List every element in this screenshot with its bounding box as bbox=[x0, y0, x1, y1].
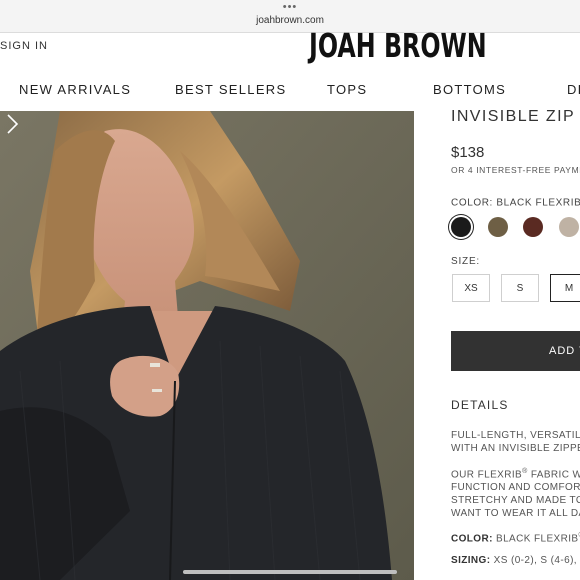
color-label: COLOR: BLACK FLEXRIB® bbox=[451, 196, 580, 208]
size-s-button[interactable]: S bbox=[501, 274, 539, 302]
browser-menu-dots-icon[interactable]: ••• bbox=[0, 2, 580, 13]
details-color-value: BLACK FLEXRIB bbox=[492, 533, 579, 545]
details-paragraph-1: FULL-LENGTH, VERSATILE WITH AN INVISIBLE… bbox=[451, 429, 580, 455]
main-nav: NEW ARRIVALS BEST SELLERS TOPS BOTTOMS D… bbox=[0, 82, 580, 100]
details-sizing-key: SIZING: bbox=[451, 555, 491, 566]
product-price: $138 bbox=[451, 144, 485, 161]
details-line-5: STRETCHY AND MADE TO M bbox=[451, 495, 580, 507]
site-logo[interactable]: JOAH BROWN bbox=[309, 26, 487, 65]
product-image[interactable] bbox=[0, 111, 414, 580]
swatch-olive[interactable] bbox=[488, 217, 508, 237]
details-heading[interactable]: DETAILS bbox=[451, 398, 509, 412]
swatch-taupe[interactable] bbox=[559, 217, 579, 237]
browser-bar: ••• joahbrown.com bbox=[0, 0, 580, 33]
details-line-3: OUR FLEXRIB® FABRIC WA bbox=[451, 465, 580, 481]
details-line-2: WITH AN INVISIBLE ZIPPER bbox=[451, 443, 580, 454]
horizontal-scrollbar[interactable] bbox=[183, 570, 397, 574]
details-sizing-value: XS (0-2), S (4-6), M bbox=[490, 555, 580, 566]
size-xs-button[interactable]: XS bbox=[452, 274, 490, 302]
product-title: INVISIBLE ZIP LO bbox=[451, 108, 580, 125]
details-color-line: COLOR: BLACK FLEXRIB® bbox=[451, 529, 580, 545]
swatch-black[interactable] bbox=[451, 217, 471, 237]
next-image-chevron-icon[interactable] bbox=[0, 111, 24, 137]
details-paragraph-2: OUR FLEXRIB® FABRIC WA FUNCTION AND COMF… bbox=[451, 465, 580, 520]
size-m-button[interactable]: M bbox=[550, 274, 580, 302]
installment-note[interactable]: OR 4 INTEREST-FREE PAYMENT bbox=[451, 165, 580, 175]
details-line-6: WANT TO WEAR IT ALL DAY bbox=[451, 508, 580, 520]
color-label-text: COLOR: BLACK FLEXRIB bbox=[451, 197, 580, 209]
details-line-1: FULL-LENGTH, VERSATILE bbox=[451, 430, 580, 441]
swatch-brown[interactable] bbox=[523, 217, 543, 237]
nav-item-dresses[interactable]: DR bbox=[567, 82, 580, 97]
details-color-key: COLOR: bbox=[451, 533, 493, 545]
url-bar[interactable]: joahbrown.com bbox=[0, 15, 580, 26]
product-photo bbox=[0, 111, 414, 580]
sign-in-link[interactable]: SIGN IN bbox=[0, 40, 48, 52]
flexrib-text: OUR FLEXRIB bbox=[451, 469, 523, 481]
fabric-text: FABRIC WA bbox=[530, 469, 580, 481]
details-sizing-line: SIZING: XS (0-2), S (4-6), M bbox=[451, 554, 580, 567]
details-line-4: FUNCTION AND COMFORT bbox=[451, 482, 580, 494]
nav-item-tops[interactable]: TOPS bbox=[327, 82, 367, 97]
size-label: SIZE: bbox=[451, 256, 481, 267]
nav-item-bottoms[interactable]: BOTTOMS bbox=[433, 82, 506, 97]
nav-item-best-sellers[interactable]: BEST SELLERS bbox=[175, 82, 286, 97]
add-to-bag-button[interactable]: ADD T bbox=[451, 331, 580, 371]
nav-item-new-arrivals[interactable]: NEW ARRIVALS bbox=[19, 82, 131, 97]
